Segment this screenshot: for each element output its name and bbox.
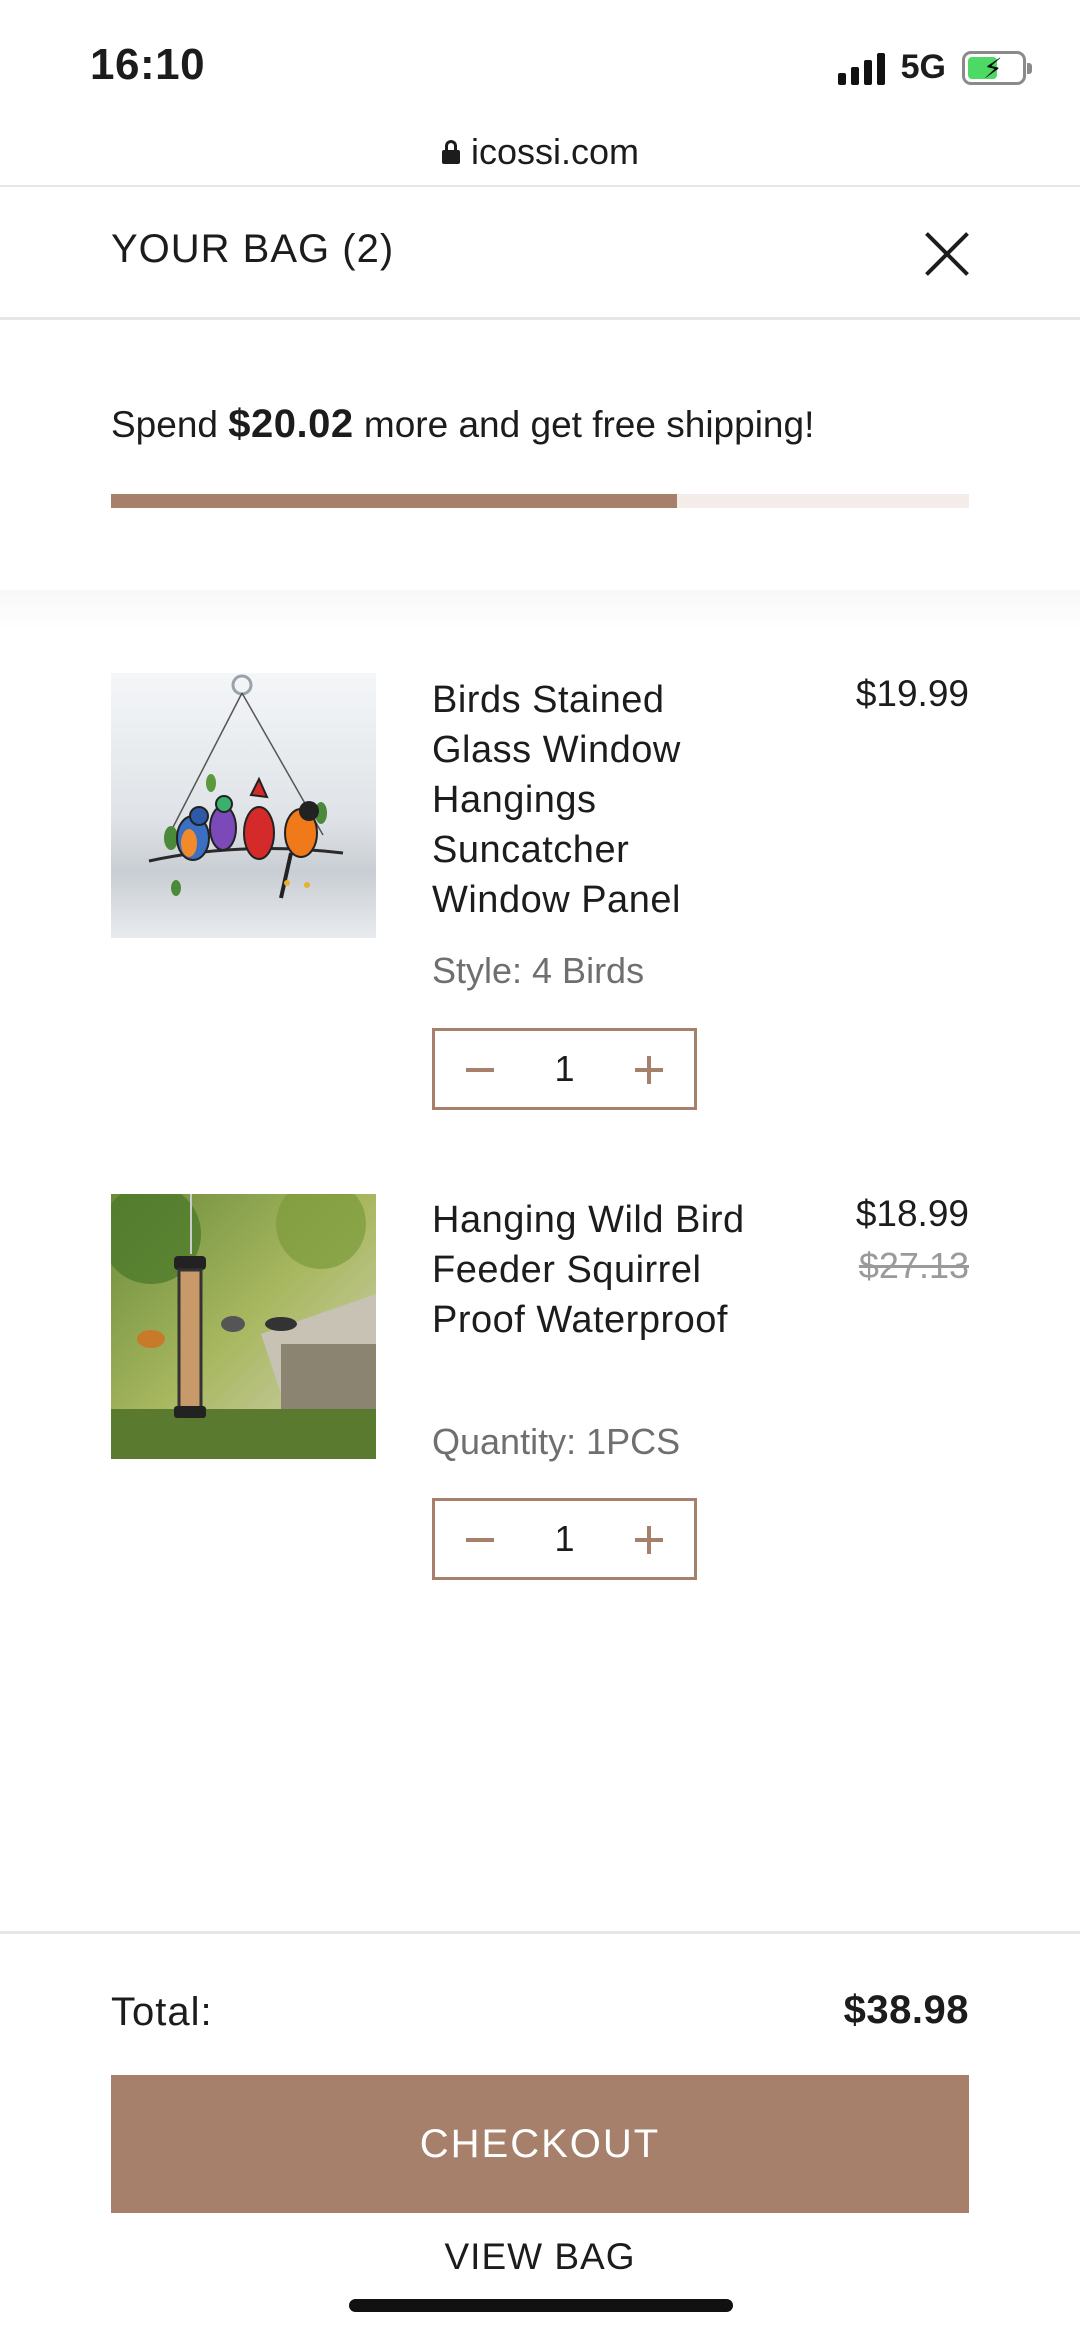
signal-icon xyxy=(837,51,885,85)
home-indicator[interactable] xyxy=(349,2299,733,2312)
product-price: $19.99 xyxy=(855,673,969,714)
bag-header: YOUR BAG (2) xyxy=(0,187,1080,320)
increase-quantity-button[interactable] xyxy=(604,1031,694,1107)
decrease-quantity-button[interactable] xyxy=(435,1031,525,1107)
bag-title: YOUR BAG (2) xyxy=(111,227,395,271)
product-title[interactable]: Hanging Wild Bird Feeder Squirrel Proof … xyxy=(432,1195,762,1345)
product-variant: Style: 4 Birds xyxy=(432,950,645,991)
shipping-progress-bar xyxy=(111,494,969,508)
free-shipping-message: Spend $20.02 more and get free shipping! xyxy=(111,402,814,447)
view-bag-link[interactable]: VIEW BAG xyxy=(0,2236,1080,2278)
product-variant: Quantity: 1PCS xyxy=(432,1421,681,1462)
quantity-stepper: 1 xyxy=(432,1498,697,1580)
shipping-suffix: more and get free shipping! xyxy=(353,404,815,445)
network-type: 5G xyxy=(900,48,946,86)
status-indicators: 5G ⚡︎ xyxy=(837,48,1032,87)
shipping-remaining-amount: $20.02 xyxy=(228,402,354,446)
total-label: Total: xyxy=(111,1990,213,2034)
address-bar[interactable]: icossi.com xyxy=(0,118,1080,186)
battery-icon: ⚡︎ xyxy=(962,50,1032,85)
product-compare-price: $27.13 xyxy=(858,1245,969,1286)
charging-bolt-icon: ⚡︎ xyxy=(983,52,1003,84)
decrease-quantity-button[interactable] xyxy=(435,1501,525,1577)
increase-quantity-button[interactable] xyxy=(604,1501,694,1577)
cart-drawer-page: 16:10 5G ⚡︎ icossi.com YOUR BAG (2) Spen… xyxy=(0,0,1080,2337)
section-separator xyxy=(0,590,1080,630)
quantity-value[interactable]: 1 xyxy=(525,1518,604,1560)
lock-icon xyxy=(441,140,461,164)
product-title[interactable]: Birds Stained Glass Window Hangings Sunc… xyxy=(432,675,762,925)
shipping-prefix: Spend xyxy=(111,404,229,445)
quantity-stepper: 1 xyxy=(432,1028,697,1110)
footer-divider xyxy=(0,1931,1080,1934)
status-bar: 16:10 5G ⚡︎ xyxy=(0,0,1080,130)
checkout-button[interactable]: CHECKOUT xyxy=(111,2075,969,2213)
quantity-value[interactable]: 1 xyxy=(525,1048,604,1090)
total-value: $38.98 xyxy=(843,1988,969,2032)
status-time: 16:10 xyxy=(90,40,206,89)
product-image-bird-feeder[interactable] xyxy=(111,1194,376,1459)
product-image-stained-glass-birds[interactable] xyxy=(111,673,376,938)
product-price: $18.99 xyxy=(855,1193,969,1234)
shipping-progress-fill xyxy=(111,494,678,508)
url-text: icossi.com xyxy=(470,131,640,172)
close-icon[interactable] xyxy=(922,229,972,279)
